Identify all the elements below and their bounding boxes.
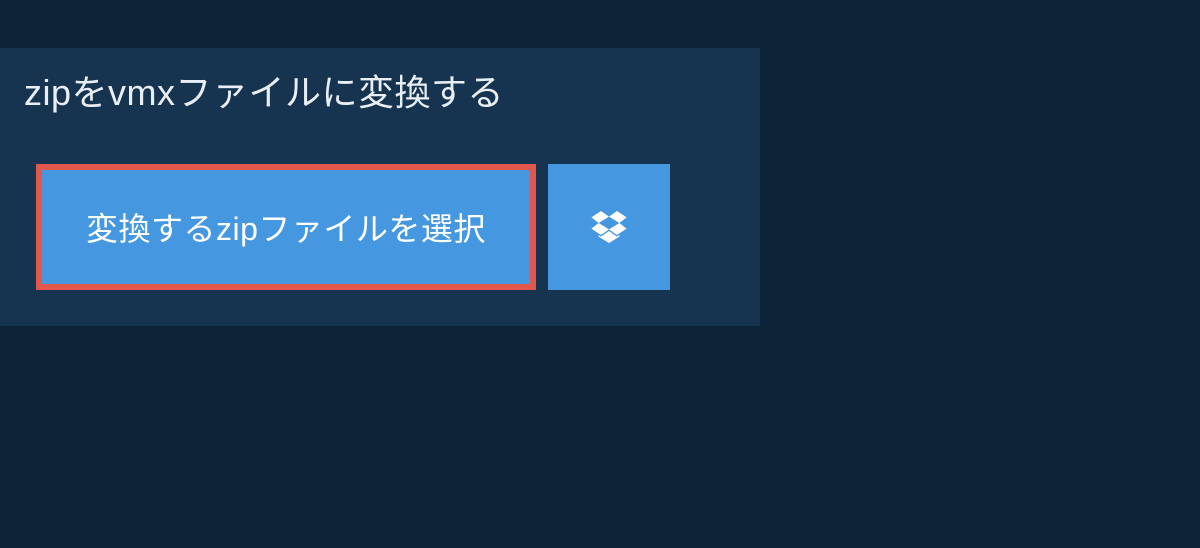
select-file-button[interactable]: 変換するzipファイルを選択 — [42, 170, 530, 284]
dropbox-button[interactable] — [548, 164, 670, 290]
title-bar: zipをvmxファイルに変換する — [0, 48, 630, 136]
select-file-label: 変換するzipファイルを選択 — [86, 204, 486, 250]
select-button-highlight: 変換するzipファイルを選択 — [36, 164, 536, 290]
page-title: zipをvmxファイルに変換する — [24, 64, 606, 116]
dropbox-icon — [587, 205, 631, 249]
converter-panel: zipをvmxファイルに変換する 変換するzipファイルを選択 — [0, 48, 760, 326]
button-row: 変換するzipファイルを選択 — [0, 164, 760, 290]
